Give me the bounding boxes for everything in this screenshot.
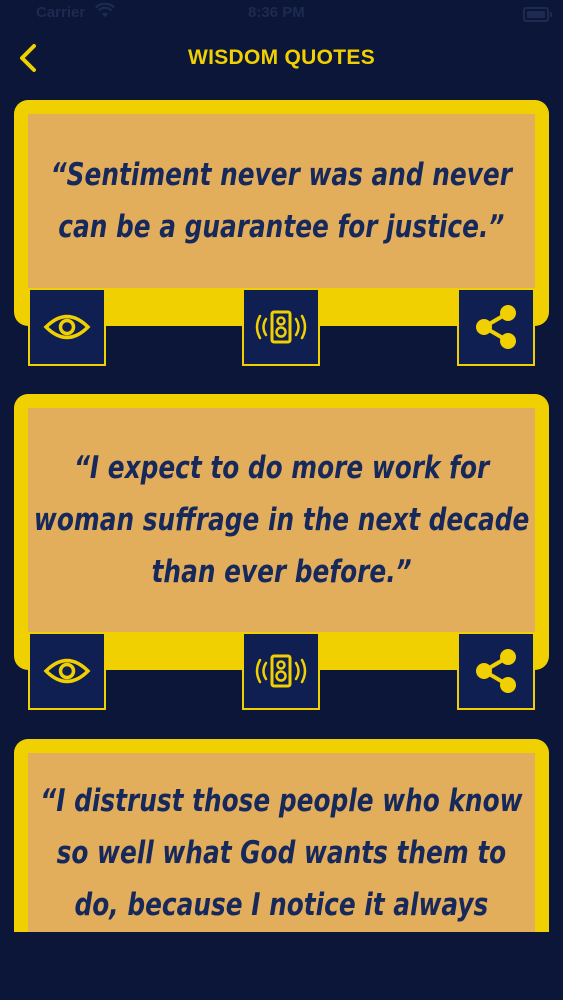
quote-panel: “I distrust those people who know so wel… — [28, 753, 535, 932]
speak-button[interactable] — [242, 632, 320, 710]
status-bar: Carrier 8:36 PM — [0, 0, 563, 30]
nav-bar: WISDOM QUOTES — [0, 30, 563, 86]
share-icon — [476, 649, 516, 693]
view-button[interactable] — [28, 288, 106, 366]
speak-button[interactable] — [242, 288, 320, 366]
speaker-icon — [255, 654, 307, 688]
wifi-icon — [95, 2, 115, 23]
quote-feed[interactable]: “Sentiment never was and never can be a … — [0, 100, 563, 932]
battery-icon — [523, 7, 552, 22]
quote-panel: “Sentiment never was and never can be a … — [28, 114, 535, 288]
quote-text: “I expect to do more work for woman suff… — [33, 450, 530, 590]
bottom-bar — [0, 932, 563, 1000]
eye-icon — [43, 314, 91, 340]
share-button[interactable] — [457, 632, 535, 710]
quote-card: “I distrust those people who know so wel… — [14, 739, 549, 932]
view-button[interactable] — [28, 632, 106, 710]
quote-text: “I distrust those people who know so wel… — [40, 783, 523, 923]
quote-text: “Sentiment never was and never can be a … — [50, 157, 513, 245]
carrier-label: Carrier — [36, 4, 86, 21]
share-button[interactable] — [457, 288, 535, 366]
speaker-icon — [255, 310, 307, 344]
eye-icon — [43, 658, 91, 684]
status-time: 8:36 PM — [248, 4, 305, 21]
quote-card: “I expect to do more work for woman suff… — [14, 394, 549, 712]
quote-card: “Sentiment never was and never can be a … — [14, 100, 549, 368]
share-icon — [476, 305, 516, 349]
quote-panel: “I expect to do more work for woman suff… — [28, 408, 535, 632]
page-title: WISDOM QUOTES — [187, 46, 376, 69]
